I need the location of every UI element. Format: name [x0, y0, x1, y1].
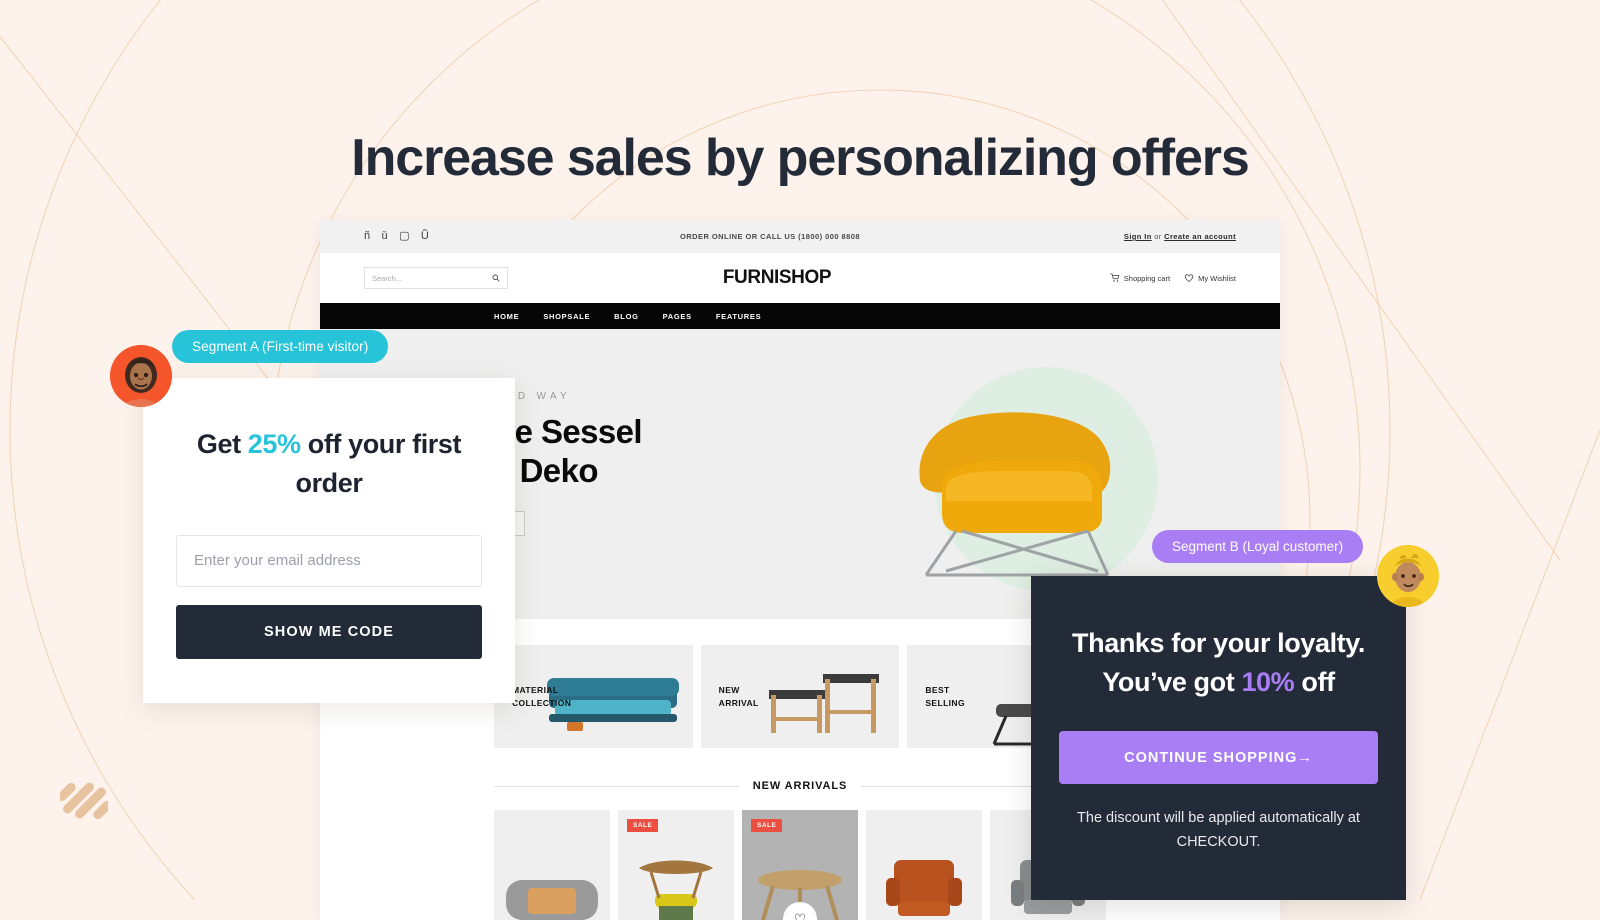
product-card[interactable]: SALE: [618, 810, 734, 920]
shop-logo[interactable]: FURNISHOP: [508, 267, 1046, 289]
product-image: [639, 860, 713, 920]
shop-nav: HOME SHOPSALE BLOG PAGES FEATURES: [320, 303, 1280, 329]
nav-item-shopsale[interactable]: SHOPSALE: [543, 312, 590, 321]
heart-icon: [1184, 274, 1194, 282]
nav-item-home[interactable]: HOME: [494, 312, 519, 321]
shop-header: Search... FURNISHOP Shopping cart My Wis…: [320, 253, 1280, 303]
category-label-line1: NEW: [718, 684, 740, 695]
product-image: [506, 880, 598, 920]
wishlist-label: My Wishlist: [1198, 273, 1236, 283]
category-label-line1: BEST: [925, 684, 950, 695]
category-label: BEST SELLING: [907, 684, 965, 710]
headline-suffix: off your first order: [295, 429, 462, 498]
category-tile[interactable]: MATERIAL COLLECTION: [494, 645, 693, 748]
product-card[interactable]: [494, 810, 610, 920]
continue-shopping-button[interactable]: CONTINUE SHOPPING→: [1059, 731, 1378, 785]
avatar-segment-a: [110, 345, 172, 407]
side-tables-image: [769, 674, 880, 733]
cart-icon: [1110, 273, 1120, 282]
page-title: Increase sales by personalizing offers: [351, 128, 1250, 187]
category-label: NEW ARRIVAL: [701, 684, 759, 710]
wishlist-button[interactable]: My Wishlist: [1184, 273, 1236, 283]
product-image: [886, 860, 962, 916]
segment-b-headline: Thanks for your loyalty. You’ve got 10% …: [1059, 576, 1378, 702]
search-icon[interactable]: [492, 274, 500, 282]
category-label-line1: MATERIAL: [512, 684, 559, 695]
product-card[interactable]: [866, 810, 982, 920]
segment-b-badge: Segment B (Loyal customer): [1152, 530, 1364, 563]
facebook-icon[interactable]: ñ: [364, 231, 371, 242]
segment-a-headline: Get 25% off your first order: [176, 378, 482, 503]
category-tile[interactable]: NEW ARRIVAL: [700, 645, 900, 748]
twitter-icon[interactable]: ǔ: [382, 231, 389, 242]
category-label-line2: SELLING: [925, 697, 965, 708]
or-text: or: [1151, 232, 1165, 241]
product-card[interactable]: SALE ♡: [742, 810, 858, 920]
segment-a-badge: Segment A (First-time visitor): [172, 330, 389, 363]
segment-b-popup: Thanks for your loyalty. You’ve got 10% …: [1031, 576, 1406, 900]
new-arrivals-title: NEW ARRIVALS: [752, 780, 848, 792]
hero-armchair-image: [919, 412, 1111, 577]
sale-badge: SALE: [751, 819, 783, 832]
segment-a-popup: Get 25% off your first order Enter your …: [143, 378, 515, 703]
nav-item-blog[interactable]: BLOG: [614, 312, 638, 321]
email-placeholder: Enter your email address: [194, 552, 361, 570]
discount-disclaimer: The discount will be applied automatical…: [1077, 810, 1360, 850]
account-links: Sign In or Create an account: [1026, 232, 1236, 241]
headline-prefix: Get: [196, 429, 248, 459]
search-placeholder: Search...: [372, 273, 403, 283]
diagonal-stripes-decoration: [60, 782, 108, 822]
category-label-line2: COLLECTION: [512, 697, 572, 708]
pinterest-icon[interactable]: Ǖ: [421, 231, 429, 242]
header-actions: Shopping cart My Wishlist: [1046, 273, 1236, 283]
cart-label: Shopping cart: [1123, 273, 1171, 283]
cart-button[interactable]: Shopping cart: [1110, 273, 1170, 283]
nav-item-pages[interactable]: PAGES: [663, 312, 692, 321]
show-me-code-button[interactable]: SHOW ME CODE: [176, 604, 482, 659]
sale-badge: SALE: [627, 819, 659, 832]
sign-in-link[interactable]: Sign In: [1124, 232, 1152, 241]
avatar-segment-b: [1377, 545, 1439, 607]
search-input[interactable]: Search...: [364, 267, 508, 289]
social-links[interactable]: ñ ǔ ▢ Ǖ: [364, 231, 514, 242]
discount-percent: 25%: [247, 429, 301, 459]
shop-topbar: ñ ǔ ▢ Ǖ ORDER ONLINE OR CALL US (1800) 0…: [320, 220, 1280, 253]
avatar-a-illustration: [110, 345, 172, 407]
instagram-icon[interactable]: ▢: [399, 231, 410, 242]
discount-percent: 10%: [1241, 667, 1295, 698]
divider-left: [494, 785, 739, 787]
avatar-b-illustration: [1377, 545, 1439, 607]
headline-suffix: off: [1294, 667, 1335, 698]
category-label-line2: ARRIVAL: [718, 697, 759, 708]
order-phone-text: ORDER ONLINE OR CALL US (1800) 000 8808: [680, 232, 860, 241]
nav-item-features[interactable]: FEATURES: [716, 312, 761, 321]
create-account-link[interactable]: Create an account: [1164, 232, 1236, 241]
email-field[interactable]: Enter your email address: [176, 534, 482, 587]
